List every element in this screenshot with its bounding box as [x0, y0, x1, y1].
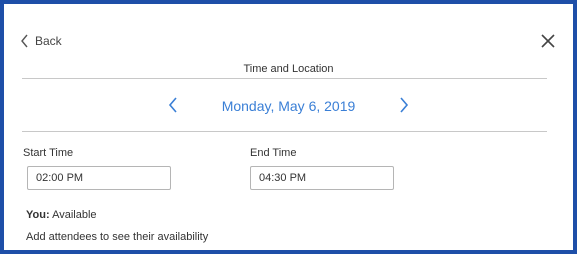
date-navigator: Monday, May 6, 2019: [4, 98, 573, 114]
your-availability: You: Available: [26, 209, 97, 221]
back-button[interactable]: Back: [20, 34, 62, 48]
close-icon[interactable]: [539, 32, 557, 50]
you-status: Available: [52, 209, 97, 221]
section-title: Time and Location: [243, 63, 334, 75]
next-day-button[interactable]: [398, 96, 410, 119]
back-label: Back: [35, 34, 62, 48]
attendees-hint: Add attendees to see their availability: [26, 231, 209, 243]
end-time-value: 04:30 PM: [259, 172, 307, 184]
time-location-panel: Back Time and Location Monday, May 6, 20…: [4, 4, 573, 250]
current-date[interactable]: Monday, May 6, 2019: [222, 98, 356, 114]
chevron-left-icon: [20, 34, 29, 48]
start-time-label: Start Time: [23, 147, 74, 159]
divider: [22, 131, 547, 132]
divider: [22, 78, 547, 79]
end-time-input[interactable]: 04:30 PM: [250, 166, 394, 190]
start-time-input[interactable]: 02:00 PM: [27, 166, 171, 190]
you-label: You:: [26, 209, 50, 221]
end-time-label: End Time: [250, 147, 297, 159]
start-time-value: 02:00 PM: [36, 172, 84, 184]
